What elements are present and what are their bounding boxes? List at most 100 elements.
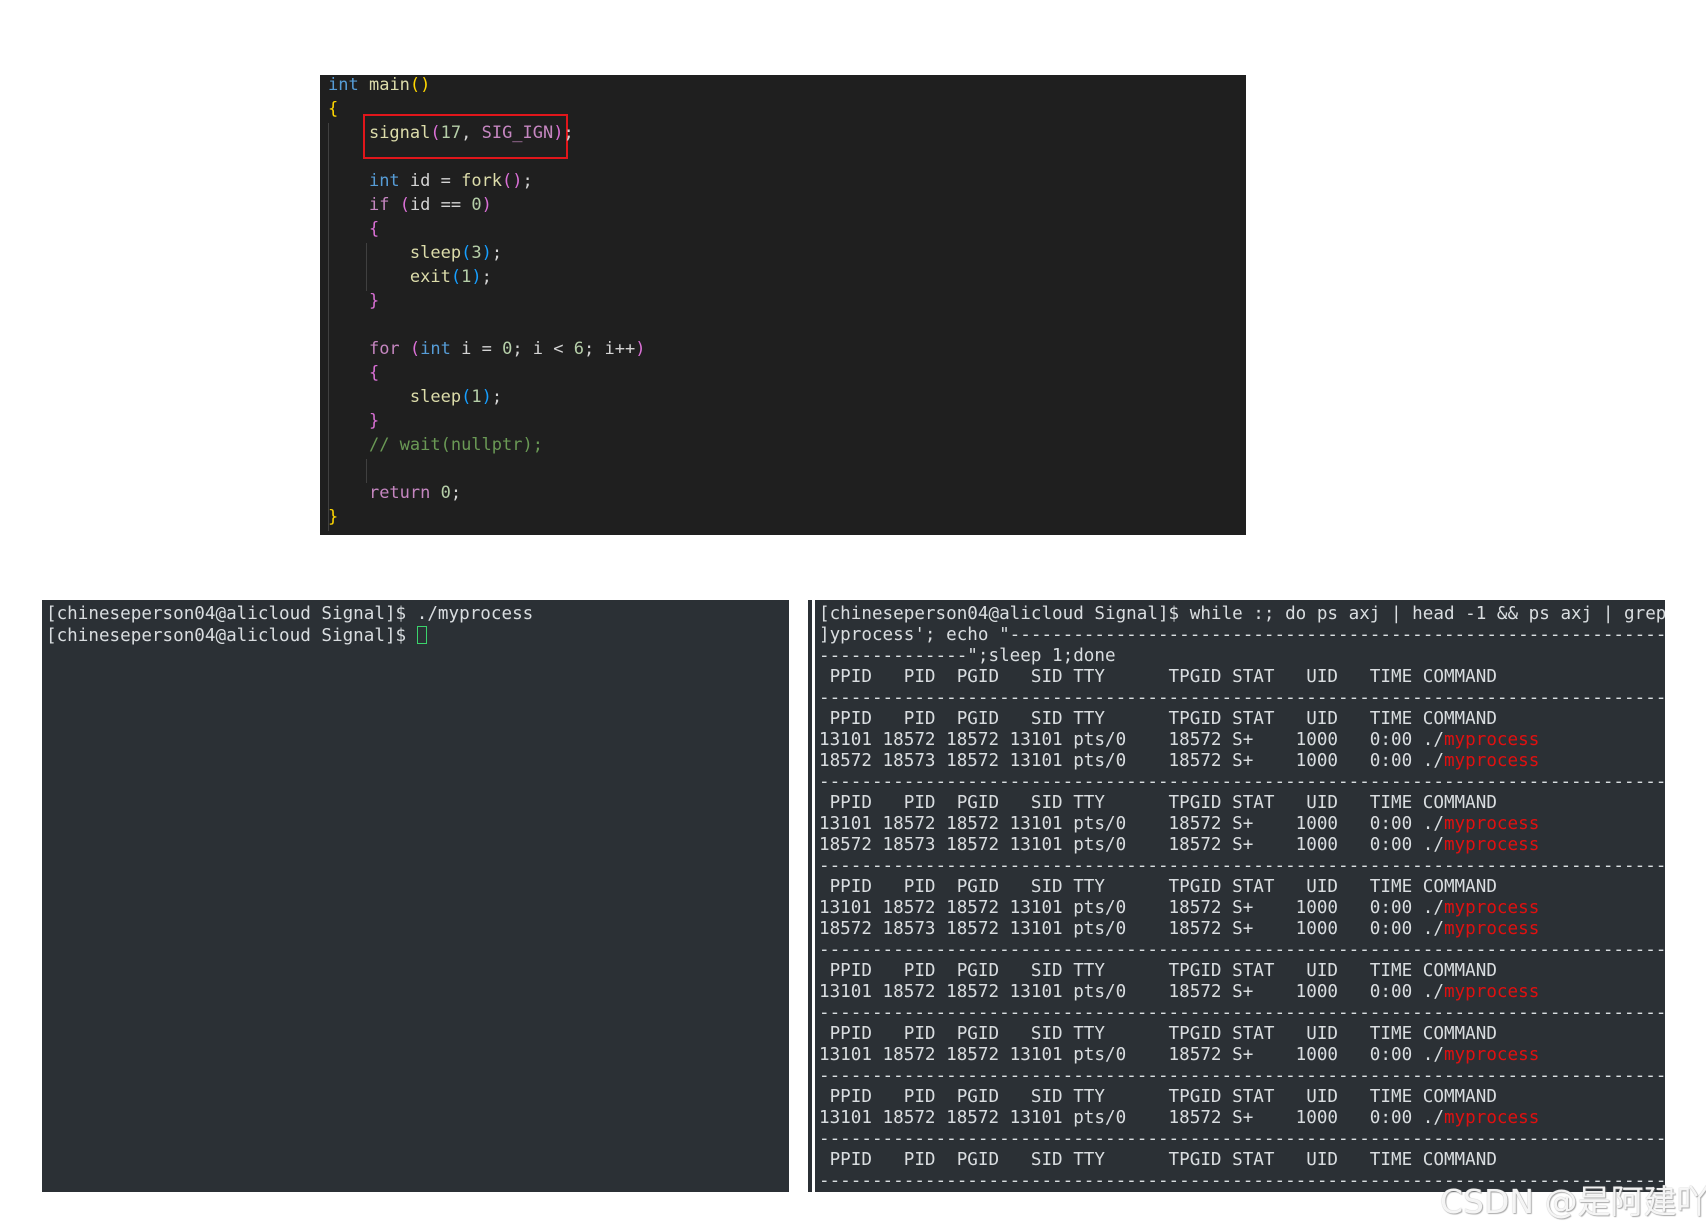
code-token: for: [368, 339, 400, 359]
code-line: {: [328, 217, 379, 241]
code-token: int: [368, 171, 400, 191]
process-name: myprocess: [1443, 1045, 1540, 1065]
terminal-line: 13101 18572 18572 13101 pts/0 18572 S+ 1…: [819, 1045, 1539, 1066]
terminal-text: ----------------------------------------…: [819, 940, 1665, 960]
code-token: ;: [491, 243, 503, 263]
terminal-line: ----------------------------------------…: [819, 1066, 1665, 1087]
code-token: i =: [450, 339, 503, 359]
terminal-text: --------------";sleep 1;done: [819, 646, 1116, 666]
terminal-text: PPID PID PGID SID TTY TPGID STAT UID TIM…: [819, 1087, 1497, 1107]
code-line: }: [328, 409, 379, 433]
terminal-line: PPID PID PGID SID TTY TPGID STAT UID TIM…: [819, 1150, 1497, 1171]
code-token: 0: [471, 195, 482, 215]
terminal-text: PPID PID PGID SID TTY TPGID STAT UID TIM…: [819, 961, 1497, 981]
code-line: {: [328, 97, 338, 121]
terminal-text: 13101 18572 18572 13101 pts/0 18572 S+ 1…: [819, 730, 1444, 750]
code-token: }: [328, 507, 339, 527]
terminal-text: PPID PID PGID SID TTY TPGID STAT UID TIM…: [819, 1150, 1497, 1170]
terminal-line: 18572 18573 18572 13101 pts/0 18572 S+ 1…: [819, 919, 1539, 940]
code-token: ): [635, 339, 646, 359]
code-line: exit(1);: [328, 265, 492, 289]
terminal-text: 18572 18573 18572 13101 pts/0 18572 S+ 1…: [819, 751, 1444, 771]
terminal-line: ----------------------------------------…: [819, 1129, 1665, 1150]
terminal-line: PPID PID PGID SID TTY TPGID STAT UID TIM…: [819, 709, 1497, 730]
terminal-line: [chineseperson04@alicloud Signal]$ while…: [819, 604, 1665, 625]
code-token: ): [481, 387, 492, 407]
code-token: 1: [471, 387, 482, 407]
code-token: (: [450, 267, 462, 287]
code-token: 0: [502, 339, 513, 359]
code-line: for (int i = 0; i < 6; i++): [328, 337, 645, 361]
code-editor[interactable]: int main(){ signal(17, SIG_IGN); int id …: [320, 75, 1246, 535]
terminal-left[interactable]: [chineseperson04@alicloud Signal]$ ./myp…: [42, 600, 789, 1192]
code-token: ;: [491, 387, 503, 407]
code-token: 17: [440, 123, 462, 143]
terminal-right[interactable]: [chineseperson04@alicloud Signal]$ while…: [815, 600, 1665, 1192]
terminal-line: ----------------------------------------…: [819, 1003, 1665, 1024]
terminal-text: 13101 18572 18572 13101 pts/0 18572 S+ 1…: [819, 814, 1444, 834]
code-token: ;: [522, 171, 533, 191]
terminal-text: ----------------------------------------…: [819, 772, 1665, 792]
terminal-line: 13101 18572 18572 13101 pts/0 18572 S+ 1…: [819, 814, 1539, 835]
process-name: myprocess: [1443, 730, 1540, 750]
terminal-line: PPID PID PGID SID TTY TPGID STAT UID TIM…: [819, 667, 1497, 688]
code-token: ,: [461, 123, 482, 143]
code-token: 0: [440, 483, 451, 503]
terminal-line: PPID PID PGID SID TTY TPGID STAT UID TIM…: [819, 793, 1497, 814]
terminal-text: ----------------------------------------…: [819, 1003, 1665, 1023]
code-token: 1: [461, 267, 472, 287]
code-token: (: [409, 339, 421, 359]
terminal-line: ----------------------------------------…: [819, 856, 1665, 877]
terminal-line: PPID PID PGID SID TTY TPGID STAT UID TIM…: [819, 1087, 1497, 1108]
code-token: }: [368, 291, 380, 311]
process-name: myprocess: [1443, 898, 1540, 918]
terminal-line: [chineseperson04@alicloud Signal]$ ./myp…: [46, 604, 533, 625]
terminal-line: PPID PID PGID SID TTY TPGID STAT UID TIM…: [819, 1024, 1497, 1045]
terminal-text: ----------------------------------------…: [819, 1066, 1665, 1086]
terminal-text: [chineseperson04@alicloud Signal]$: [46, 626, 417, 646]
process-name: myprocess: [1443, 751, 1540, 771]
code-token: (: [461, 387, 472, 407]
code-token: signal: [368, 123, 431, 143]
code-token: return: [368, 483, 431, 503]
code-token: sleep: [409, 387, 462, 407]
terminal-text: 13101 18572 18572 13101 pts/0 18572 S+ 1…: [819, 898, 1444, 918]
terminal-text: 18572 18573 18572 13101 pts/0 18572 S+ 1…: [819, 919, 1444, 939]
terminal-text: PPID PID PGID SID TTY TPGID STAT UID TIM…: [819, 793, 1497, 813]
code-token: ; i <: [512, 339, 574, 359]
terminal-text: PPID PID PGID SID TTY TPGID STAT UID TIM…: [819, 877, 1497, 897]
terminal-line: 13101 18572 18572 13101 pts/0 18572 S+ 1…: [819, 982, 1539, 1003]
code-token: }: [368, 411, 380, 431]
code-token: int: [420, 339, 451, 359]
code-line: sleep(1);: [328, 385, 502, 409]
terminal-text: ]yprocess'; echo "----------------------…: [819, 625, 1665, 645]
terminal-text: 18572 18573 18572 13101 pts/0 18572 S+ 1…: [819, 835, 1444, 855]
code-token: ): [553, 123, 564, 143]
terminal-line: 13101 18572 18572 13101 pts/0 18572 S+ 1…: [819, 730, 1539, 751]
terminal-text: PPID PID PGID SID TTY TPGID STAT UID TIM…: [819, 667, 1497, 687]
terminal-line: ----------------------------------------…: [819, 688, 1665, 709]
terminal-line: 13101 18572 18572 13101 pts/0 18572 S+ 1…: [819, 1108, 1539, 1129]
code-token: {: [328, 99, 339, 119]
code-line: {: [328, 361, 379, 385]
code-token: main: [368, 75, 410, 95]
code-line: int main(): [328, 75, 430, 97]
terminal-divider: [808, 600, 812, 1192]
code-line: sleep(3);: [328, 241, 502, 265]
terminal-text: ----------------------------------------…: [819, 856, 1665, 876]
terminal-text: [chineseperson04@alicloud Signal]$ ./myp…: [46, 604, 534, 624]
code-token: ): [481, 243, 492, 263]
